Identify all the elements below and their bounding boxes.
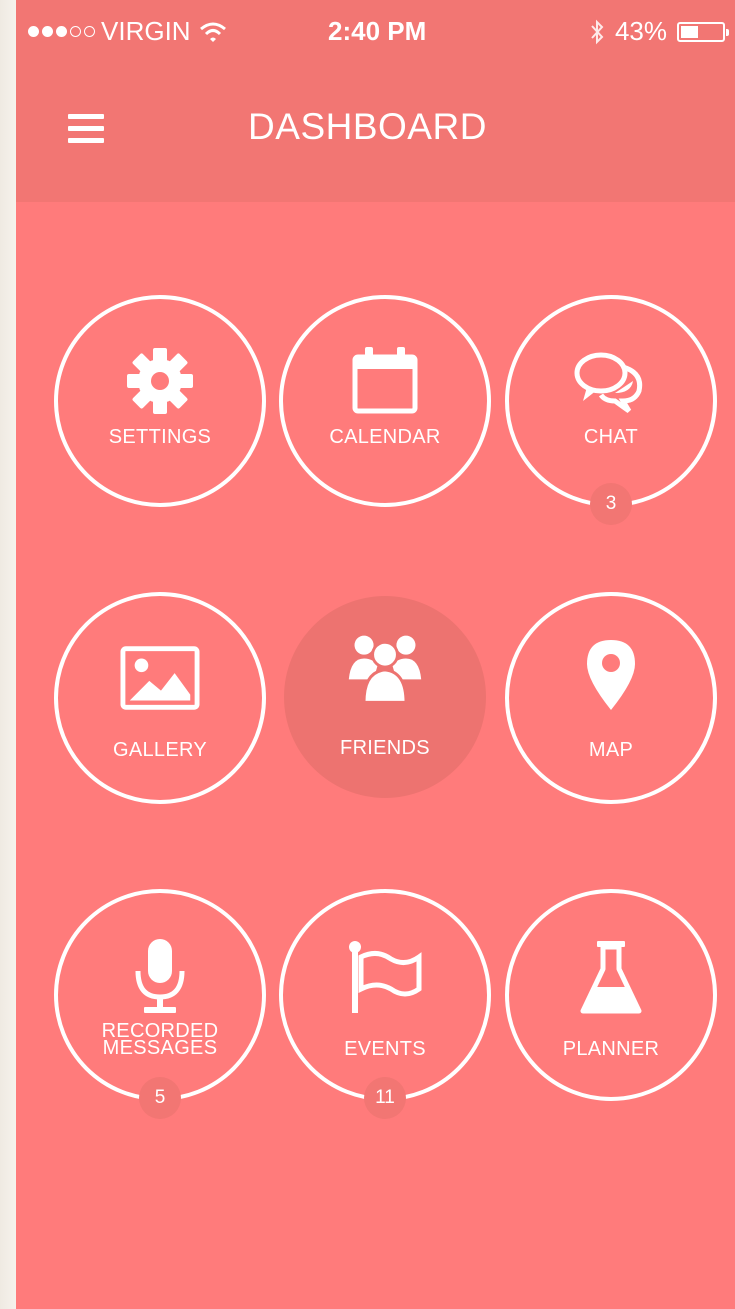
tile-label: CALENDAR bbox=[329, 426, 441, 448]
gear-icon bbox=[120, 345, 200, 417]
tile-planner[interactable]: PLANNER bbox=[505, 889, 717, 1101]
status-right: 43% bbox=[589, 16, 729, 47]
tile-label: PLANNER bbox=[562, 1038, 660, 1060]
chat-count-badge: 3 bbox=[590, 483, 632, 525]
tile-gallery[interactable]: GALLERY bbox=[54, 592, 266, 804]
events-count-badge: 11 bbox=[364, 1077, 406, 1119]
microphone-icon bbox=[120, 939, 200, 1015]
wifi-icon bbox=[199, 22, 226, 42]
tile-settings[interactable]: SETTINGS bbox=[54, 295, 266, 507]
page-title: DASHBOARD bbox=[248, 106, 487, 147]
carrier-name: VIRGIN bbox=[101, 16, 191, 46]
tile-label: GALLERY bbox=[112, 739, 207, 761]
tile-label: CHAT bbox=[583, 426, 639, 448]
tile-label: FRIENDS bbox=[340, 737, 430, 759]
calendar-icon bbox=[345, 345, 425, 417]
map-pin-icon bbox=[571, 640, 651, 714]
status-bar: VIRGIN 2:40 PM 43% bbox=[16, 14, 735, 54]
battery-icon bbox=[677, 21, 729, 42]
chat-bubbles-icon bbox=[571, 345, 651, 417]
tile-label: MAP bbox=[588, 739, 634, 761]
page-margin bbox=[0, 0, 16, 1309]
group-icon bbox=[345, 632, 425, 704]
recorded-messages-count-badge: 5 bbox=[139, 1077, 181, 1119]
flask-icon bbox=[571, 941, 651, 1015]
battery-percent: 43% bbox=[614, 16, 667, 46]
tile-chat[interactable]: CHAT 3 bbox=[505, 295, 717, 525]
tile-label: EVENTS bbox=[344, 1038, 426, 1060]
tile-label: RECORDED MESSAGES bbox=[58, 1021, 262, 1059]
tile-recorded-messages[interactable]: RECORDED MESSAGES 5 bbox=[54, 889, 266, 1119]
bluetooth-icon bbox=[591, 19, 604, 44]
tile-map[interactable]: MAP bbox=[505, 592, 717, 804]
signal-strength-icon bbox=[28, 26, 95, 37]
flag-icon bbox=[345, 941, 425, 1013]
tile-calendar[interactable]: CALENDAR bbox=[279, 295, 491, 507]
tile-label: SETTINGS bbox=[108, 426, 212, 448]
image-icon bbox=[120, 642, 200, 714]
phone-screen: VIRGIN 2:40 PM 43% DASHBOARD SETTINGS CA… bbox=[16, 0, 735, 1309]
clock: 2:40 PM bbox=[328, 16, 427, 46]
tile-events[interactable]: EVENTS 11 bbox=[279, 889, 491, 1119]
tile-label-line2: MESSAGES bbox=[102, 1037, 218, 1059]
tile-friends[interactable]: FRIENDS bbox=[284, 596, 486, 798]
carrier-group: VIRGIN bbox=[28, 16, 227, 47]
